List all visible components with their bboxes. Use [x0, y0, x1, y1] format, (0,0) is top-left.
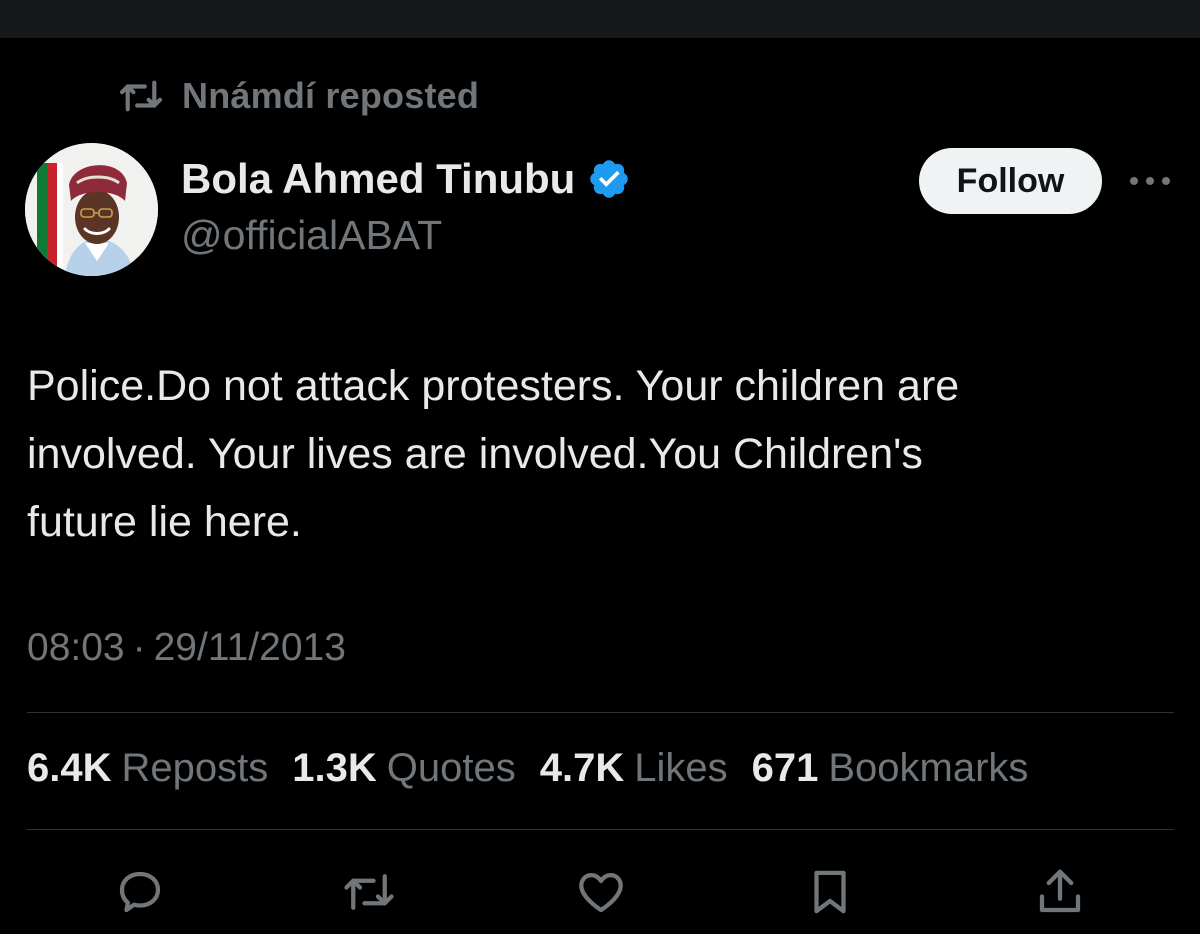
repost-context-label: Nnámdí reposted — [182, 75, 480, 116]
stat-quotes[interactable]: 1.3K Quotes — [292, 746, 515, 791]
repost-icon — [344, 874, 394, 910]
stat-label: Likes — [634, 746, 728, 790]
tweet-date: 29/11/2013 — [153, 626, 346, 669]
avatar[interactable] — [25, 143, 158, 276]
follow-button[interactable]: Follow — [919, 148, 1102, 214]
stat-label: Quotes — [386, 746, 516, 790]
tweet-text-line: involved. Your lives are involved.You Ch… — [27, 430, 923, 478]
stat-value: 4.7K — [539, 746, 625, 790]
stat-value: 671 — [751, 746, 819, 790]
stat-value: 6.4K — [27, 746, 112, 790]
divider — [27, 829, 1174, 830]
stat-bookmarks[interactable]: 671 Bookmarks — [752, 746, 1029, 791]
like-button[interactable] — [571, 862, 631, 922]
tweet-text-line: Police.Do not attack protesters. Your ch… — [27, 362, 960, 410]
author-handle[interactable]: @officialABAT — [181, 212, 442, 259]
reply-icon — [119, 871, 161, 913]
more-options-button[interactable] — [1126, 166, 1174, 196]
reply-button[interactable] — [110, 862, 170, 922]
timestamp-separator: · — [132, 626, 146, 669]
stat-label: Reposts — [121, 746, 269, 790]
repost-context[interactable]: Nnámdí reposted — [118, 74, 479, 118]
tweet-time: 08:03 — [27, 626, 125, 669]
share-icon — [1039, 869, 1081, 913]
stat-value: 1.3K — [292, 746, 377, 790]
verified-badge-icon[interactable] — [587, 157, 631, 201]
profile-photo — [25, 143, 158, 276]
bookmark-button[interactable] — [800, 862, 860, 922]
author-name-row[interactable]: Bola Ahmed Tinubu — [181, 155, 631, 203]
stat-reposts[interactable]: 6.4K Reposts — [27, 746, 268, 791]
repost-icon — [119, 80, 163, 112]
tweet-text-line: future lie here. — [27, 498, 302, 546]
share-button[interactable] — [1030, 862, 1090, 922]
divider — [27, 712, 1174, 713]
tweet-timestamp[interactable]: 08:03 · 29/11/2013 — [27, 626, 346, 670]
tweet-text: Police.Do not attack protesters. Your ch… — [27, 352, 1177, 556]
more-icon — [1130, 177, 1170, 185]
engagement-stats: 6.4K Reposts 1.3K Quotes 4.7K Likes 671 Book… — [27, 746, 1028, 791]
top-bar — [0, 0, 1200, 38]
author-display-name[interactable]: Bola Ahmed Tinubu — [181, 155, 575, 203]
repost-button[interactable] — [339, 862, 399, 922]
bookmark-icon — [814, 870, 846, 914]
like-icon — [579, 872, 623, 913]
action-bar — [0, 862, 1200, 922]
stat-label: Bookmarks — [828, 746, 1029, 790]
stat-likes[interactable]: 4.7K Likes — [540, 746, 728, 791]
